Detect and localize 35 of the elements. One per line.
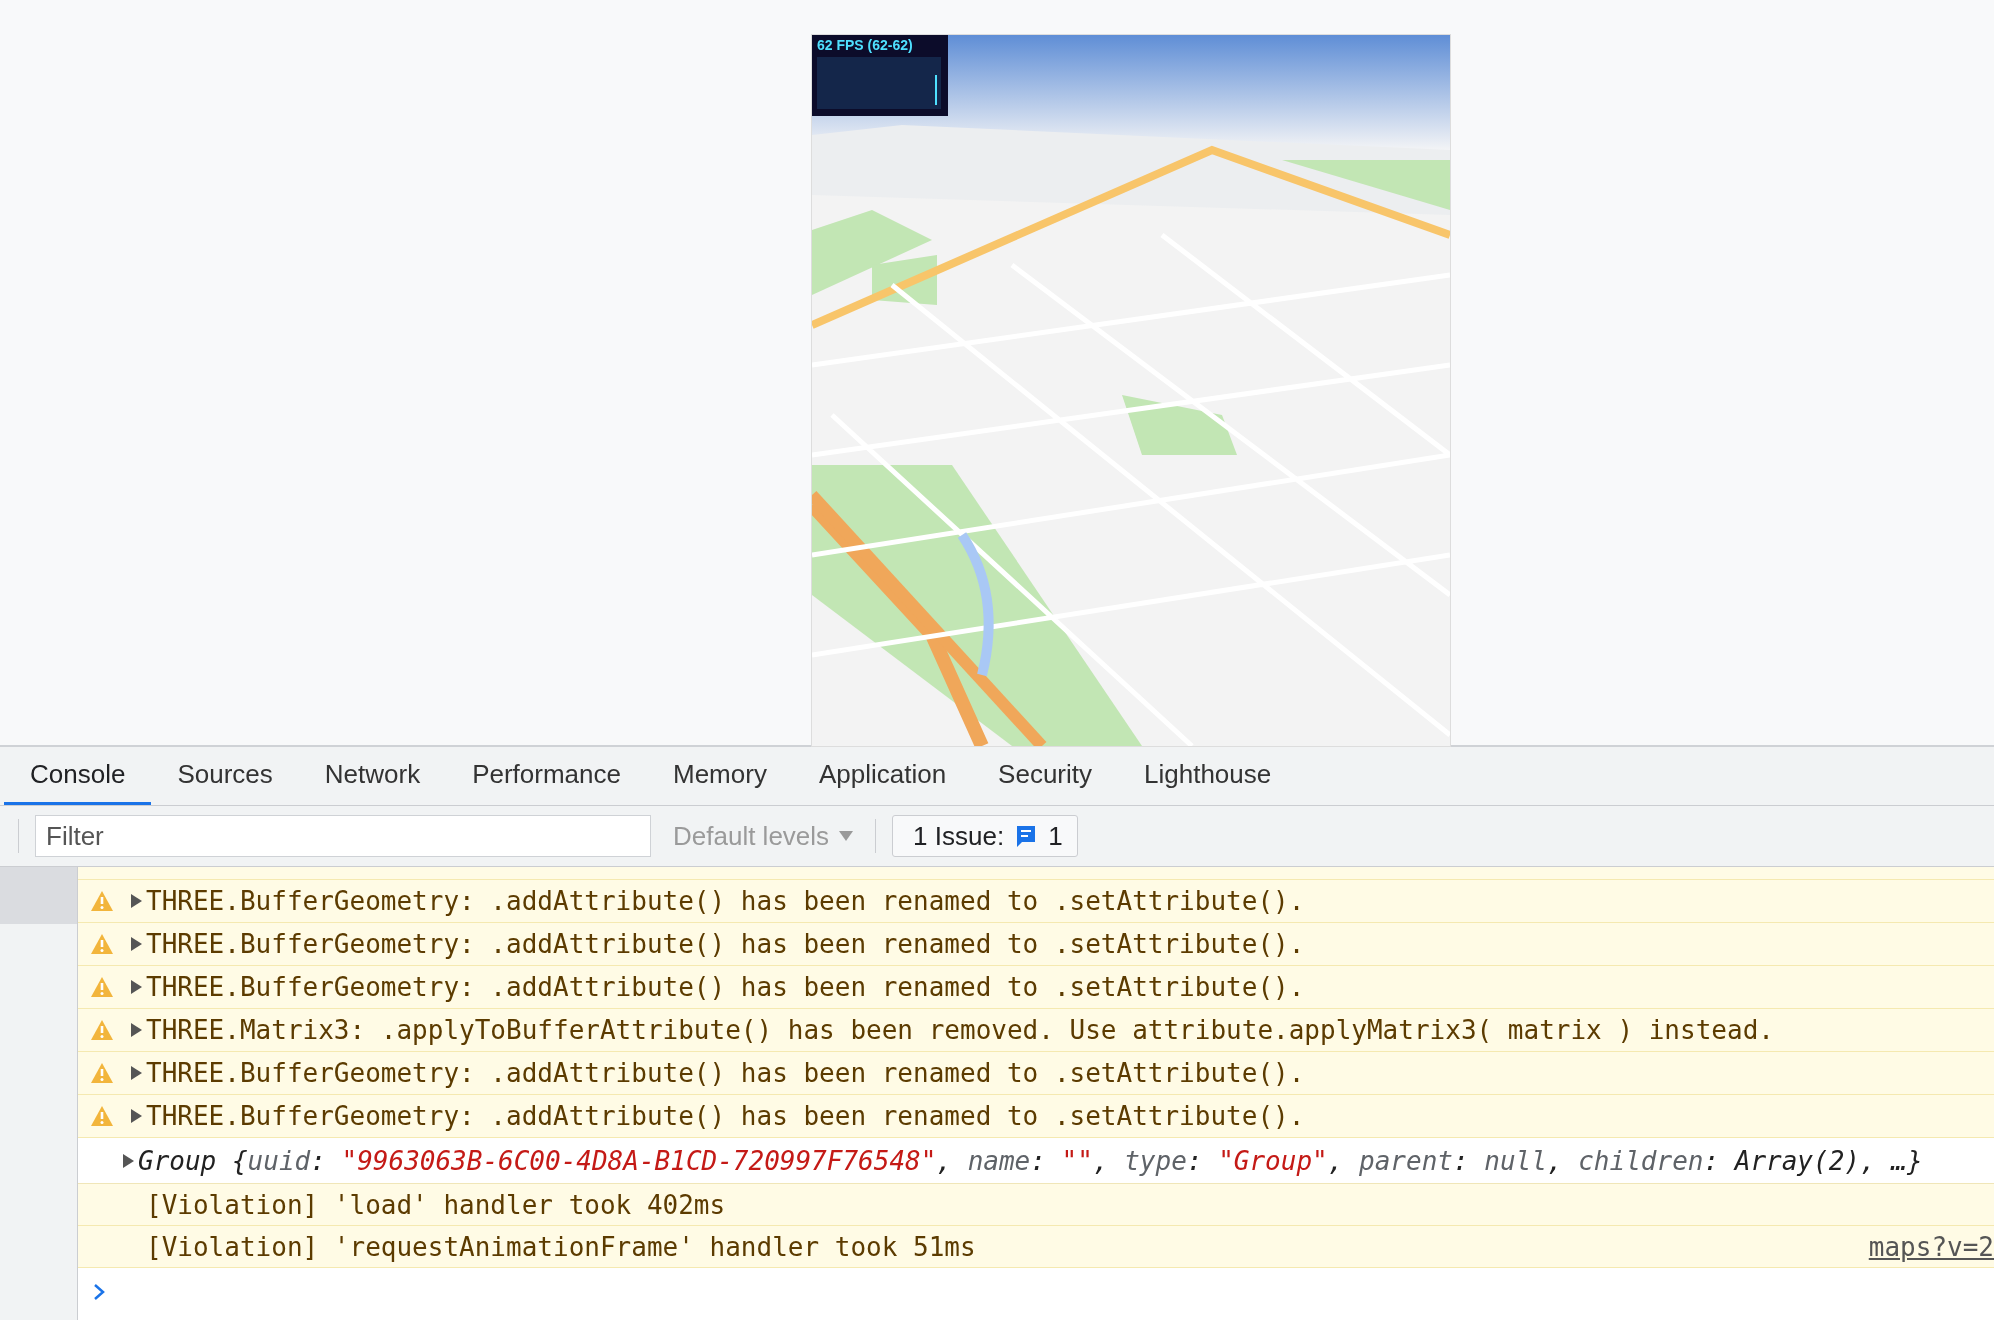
expand-triangle-icon[interactable] [130,1023,142,1037]
warning-icon [90,890,114,912]
fps-reading: 62 FPS (62-62) [817,37,914,53]
console-message: THREE.Matrix3: .applyToBufferAttribute() has been removed. Use attribute.applyMatrix3( matrix ) instead. [146,1015,1774,1045]
panel-tab[interactable]: Network [298,747,447,805]
warning-icon [90,1019,114,1041]
panel-tab[interactable]: Sources [151,747,299,805]
console-message: THREE.BufferGeometry: .addAttribute() has been renamed to .setAttribute(). [146,1058,1305,1088]
warning-icon [90,1062,114,1084]
warning-icon [90,976,114,998]
warning-icon [90,933,114,955]
expand-triangle-icon[interactable] [122,1153,134,1168]
panel-tab[interactable]: Security [972,747,1119,805]
panel-tab[interactable]: Performance [446,747,647,805]
expand-triangle-icon[interactable] [130,1066,142,1080]
console-message: THREE.BufferGeometry: .addAttribute() has been renamed to .setAttribute(). [146,929,1305,959]
source-link[interactable]: maps?v=2 [1868,1231,1994,1262]
panel-tab[interactable]: Application [792,747,973,805]
console-message: THREE.BufferGeometry: .addAttribute() has been renamed to .setAttribute(). [146,1101,1305,1131]
console-message: THREE.BufferGeometry: .addAttribute() has been renamed to .setAttribute(). [146,886,1305,916]
prompt-icon [92,1282,106,1302]
expand-triangle-icon[interactable] [130,937,142,951]
panel-tab[interactable]: Lighthouse [1118,747,1298,805]
console-object: Group {uuid: "9963063B-6C00-4D8A-B1CD-720997F76548", name: "", type: "Group", parent: null, children: Array(2), …} [138,1145,1923,1176]
expand-triangle-icon[interactable] [130,1109,142,1123]
expand-triangle-icon[interactable] [130,894,142,908]
console-message: THREE.BufferGeometry: .addAttribute() has been renamed to .setAttribute(). [146,972,1305,1002]
panel-tab[interactable]: Memory [647,747,793,805]
issues-button[interactable]: 1 Issue: 1 [892,815,1078,857]
console-message: [Violation] 'load' handler took 402ms [146,1189,726,1220]
console-message: [Violation] 'requestAnimationFrame' handler took 51ms [146,1231,976,1262]
filter-field[interactable]: Filter [35,815,651,857]
expand-triangle-icon[interactable] [130,980,142,994]
warning-icon [90,1105,114,1127]
caret-icon [839,831,854,841]
